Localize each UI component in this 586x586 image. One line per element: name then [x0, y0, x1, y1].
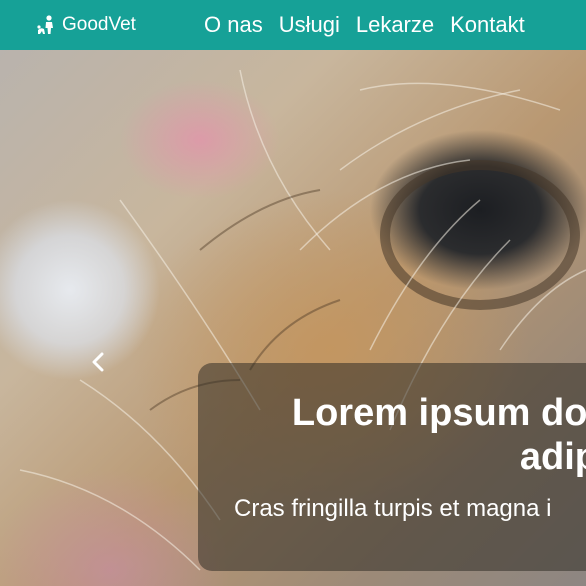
hero-carousel: Lorem ipsum dol adip Cras fringilla turp…	[0, 50, 586, 586]
nav-link-o-nas[interactable]: O nas	[204, 12, 263, 38]
carousel-prev-button[interactable]	[88, 350, 108, 374]
navbar: GoodVet O nas Usługi Lekarze Kontakt	[0, 0, 586, 50]
carousel-caption: Lorem ipsum dol adip Cras fringilla turp…	[198, 363, 586, 571]
caption-title: Lorem ipsum dol adip	[198, 391, 586, 479]
nav-link-lekarze[interactable]: Lekarze	[356, 12, 434, 38]
brand-link[interactable]: GoodVet	[36, 0, 136, 50]
nav-link-uslugi[interactable]: Usługi	[279, 12, 340, 38]
nav-links: O nas Usługi Lekarze Kontakt	[204, 0, 541, 50]
nav-link-kontakt[interactable]: Kontakt	[450, 12, 525, 38]
brand-name: GoodVet	[62, 14, 136, 35]
caption-subtitle: Cras fringilla turpis et magna i	[234, 495, 552, 522]
caption-title-line1: Lorem ipsum dol	[291, 392, 586, 434]
chevron-left-icon	[92, 352, 104, 372]
caption-title-line2: adip	[519, 436, 586, 478]
pet-owner-icon	[37, 15, 53, 34]
